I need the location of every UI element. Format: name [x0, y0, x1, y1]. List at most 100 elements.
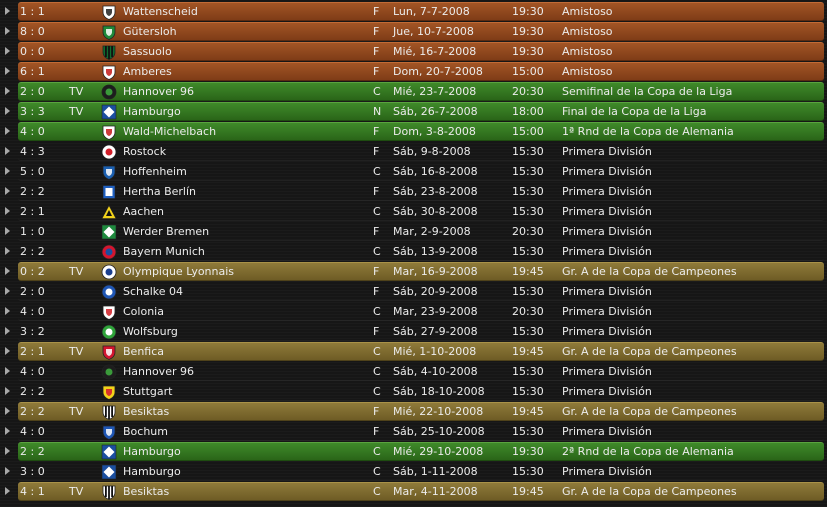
team-name-link[interactable]: Colonia [123, 302, 164, 321]
fixture-row[interactable]: 2 : 2 Hertha Berlín F Sáb, 23-8-2008 15:30 Pr… [0, 182, 827, 201]
fixture-row[interactable]: 4 : 0 Hannover 96 C Sáb, 4-10-2008 15:30 Prim… [0, 362, 827, 381]
expand-arrow-icon[interactable] [5, 47, 10, 55]
competition-link[interactable]: Primera División [562, 162, 652, 181]
expand-arrow-icon[interactable] [5, 167, 10, 175]
competition-link[interactable]: 1ª Rnd de la Copa de Alemania [562, 122, 734, 141]
team-name-link[interactable]: Rostock [123, 142, 166, 161]
team-name-link[interactable]: Hoffenheim [123, 162, 187, 181]
expand-arrow-icon[interactable] [5, 427, 10, 435]
competition-link[interactable]: Primera División [562, 302, 652, 321]
fixture-row[interactable]: 8 : 0 Gütersloh F Jue, 10-7-2008 19:30 Amisto… [0, 22, 827, 41]
expand-arrow-icon[interactable] [5, 27, 10, 35]
fixture-row[interactable]: 2 : 2 Bayern Munich C Sáb, 13-9-2008 15:30 Pr… [0, 242, 827, 261]
expand-arrow-icon[interactable] [5, 387, 10, 395]
expand-arrow-icon[interactable] [5, 127, 10, 135]
team-name-link[interactable]: Olympique Lyonnais [123, 262, 234, 281]
expand-arrow-icon[interactable] [5, 227, 10, 235]
expand-arrow-icon[interactable] [5, 187, 10, 195]
team-name-link[interactable]: Hertha Berlín [123, 182, 196, 201]
competition-link[interactable]: Final de la Copa de la Liga [562, 102, 706, 121]
competition-link[interactable]: Primera División [562, 242, 652, 261]
fixture-row[interactable]: 2 : 2 Hamburgo C Mié, 29-10-2008 19:30 2ª Rnd… [0, 442, 827, 461]
team-name-link[interactable]: Wald-Michelbach [123, 122, 216, 141]
competition-link[interactable]: Primera División [562, 422, 652, 441]
competition-link[interactable]: Amistoso [562, 42, 613, 61]
team-name-link[interactable]: Bochum [123, 422, 168, 441]
expand-arrow-icon[interactable] [5, 147, 10, 155]
team-name-link[interactable]: Benfica [123, 342, 164, 361]
competition-link[interactable]: Primera División [562, 322, 652, 341]
fixture-row[interactable]: 2 : 0 Schalke 04 F Sáb, 20-9-2008 15:30 Prime… [0, 282, 827, 301]
expand-arrow-icon[interactable] [5, 307, 10, 315]
fixture-row[interactable]: 1 : 1 Wattenscheid F Lun, 7-7-2008 19:30 Amis… [0, 2, 827, 21]
competition-link[interactable]: Gr. A de la Copa de Campeones [562, 482, 737, 501]
fixture-row[interactable]: 2 : 0 TV Hannover 96 C Mié, 23-7-2008 20:30 Se… [0, 82, 827, 101]
team-name-link[interactable]: Schalke 04 [123, 282, 183, 301]
competition-link[interactable]: Primera División [562, 362, 652, 381]
competition-link[interactable]: Primera División [562, 142, 652, 161]
team-name-link[interactable]: Stuttgart [123, 382, 172, 401]
expand-arrow-icon[interactable] [5, 107, 10, 115]
fixture-row[interactable]: 3 : 3 TV Hamburgo N Sáb, 26-7-2008 18:00 Final… [0, 102, 827, 121]
fixture-row[interactable]: 2 : 1 TV Benfica C Mié, 1-10-2008 19:45 Gr. A … [0, 342, 827, 361]
fixture-row[interactable]: 4 : 0 Wald-Michelbach F Dom, 3-8-2008 15:00 1… [0, 122, 827, 141]
expand-arrow-icon[interactable] [5, 87, 10, 95]
competition-link[interactable]: Gr. A de la Copa de Campeones [562, 262, 737, 281]
fixture-row[interactable]: 6 : 1 Amberes F Dom, 20-7-2008 15:00 Amistoso [0, 62, 827, 81]
fixture-row[interactable]: 0 : 2 TV Olympique Lyonnais F Mar, 16-9-2008… [0, 262, 827, 281]
team-name-link[interactable]: Wolfsburg [123, 322, 178, 341]
team-name-link[interactable]: Hamburgo [123, 102, 181, 121]
fixture-row[interactable]: 4 : 3 Rostock F Sáb, 9-8-2008 15:30 Primera D… [0, 142, 827, 161]
fixture-row[interactable]: 2 : 2 TV Besiktas F Mié, 22-10-2008 19:45 Gr. … [0, 402, 827, 421]
competition-link[interactable]: Amistoso [562, 22, 613, 41]
competition-link[interactable]: 2ª Rnd de la Copa de Alemania [562, 442, 734, 461]
fixture-row[interactable]: 3 : 0 Hamburgo C Sáb, 1-11-2008 15:30 Primera… [0, 462, 827, 481]
fixture-row[interactable]: 2 : 1 Aachen C Sáb, 30-8-2008 15:30 Primera D… [0, 202, 827, 221]
team-name-link[interactable]: Werder Bremen [123, 222, 209, 241]
expand-arrow-icon[interactable] [5, 207, 10, 215]
expand-arrow-icon[interactable] [5, 347, 10, 355]
expand-arrow-icon[interactable] [5, 267, 10, 275]
expand-arrow-icon[interactable] [5, 247, 10, 255]
competition-link[interactable]: Primera División [562, 182, 652, 201]
fixture-row[interactable]: 0 : 0 Sassuolo F Mié, 16-7-2008 19:30 Amistos… [0, 42, 827, 61]
expand-arrow-icon[interactable] [5, 447, 10, 455]
team-name-link[interactable]: Amberes [123, 62, 172, 81]
fixture-row[interactable]: 1 : 0 Werder Bremen F Mar, 2-9-2008 20:30 Pri… [0, 222, 827, 241]
competition-link[interactable]: Primera División [562, 382, 652, 401]
fixture-row[interactable]: 2 : 2 Stuttgart C Sáb, 18-10-2008 15:30 Prime… [0, 382, 827, 401]
team-name-link[interactable]: Wattenscheid [123, 2, 198, 21]
expand-arrow-icon[interactable] [5, 487, 10, 495]
team-name-link[interactable]: Besiktas [123, 402, 169, 421]
team-name-link[interactable]: Gütersloh [123, 22, 177, 41]
team-name-link[interactable]: Sassuolo [123, 42, 172, 61]
competition-link[interactable]: Semifinal de la Copa de la Liga [562, 82, 732, 101]
team-name-link[interactable]: Hamburgo [123, 462, 181, 481]
team-name-link[interactable]: Aachen [123, 202, 164, 221]
fixture-row[interactable]: 5 : 0 Hoffenheim C Sáb, 16-8-2008 15:30 Prime… [0, 162, 827, 181]
competition-link[interactable]: Amistoso [562, 62, 613, 81]
competition-link[interactable]: Gr. A de la Copa de Campeones [562, 342, 737, 361]
team-name-link[interactable]: Hannover 96 [123, 82, 194, 101]
competition-link[interactable]: Primera División [562, 462, 652, 481]
competition-link[interactable]: Primera División [562, 222, 652, 241]
fixture-row[interactable]: 3 : 2 Wolfsburg F Sáb, 27-9-2008 15:30 Primer… [0, 322, 827, 341]
expand-arrow-icon[interactable] [5, 407, 10, 415]
competition-link[interactable]: Primera División [562, 202, 652, 221]
team-name-link[interactable]: Hannover 96 [123, 362, 194, 381]
team-name-link[interactable]: Besiktas [123, 482, 169, 501]
team-name-link[interactable]: Bayern Munich [123, 242, 205, 261]
expand-arrow-icon[interactable] [5, 467, 10, 475]
expand-arrow-icon[interactable] [5, 67, 10, 75]
expand-arrow-icon[interactable] [5, 367, 10, 375]
fixture-row[interactable]: 4 : 1 TV Besiktas C Mar, 4-11-2008 19:45 Gr. A… [0, 482, 827, 501]
expand-arrow-icon[interactable] [5, 327, 10, 335]
expand-arrow-icon[interactable] [5, 7, 10, 15]
competition-link[interactable]: Primera División [562, 282, 652, 301]
team-name-link[interactable]: Hamburgo [123, 442, 181, 461]
fixture-row[interactable]: 4 : 0 Colonia C Mar, 23-9-2008 20:30 Primera … [0, 302, 827, 321]
expand-arrow-icon[interactable] [5, 287, 10, 295]
competition-link[interactable]: Amistoso [562, 2, 613, 21]
competition-link[interactable]: Gr. A de la Copa de Campeones [562, 402, 737, 421]
fixture-row[interactable]: 4 : 0 Bochum F Sáb, 25-10-2008 15:30 Primera … [0, 422, 827, 441]
